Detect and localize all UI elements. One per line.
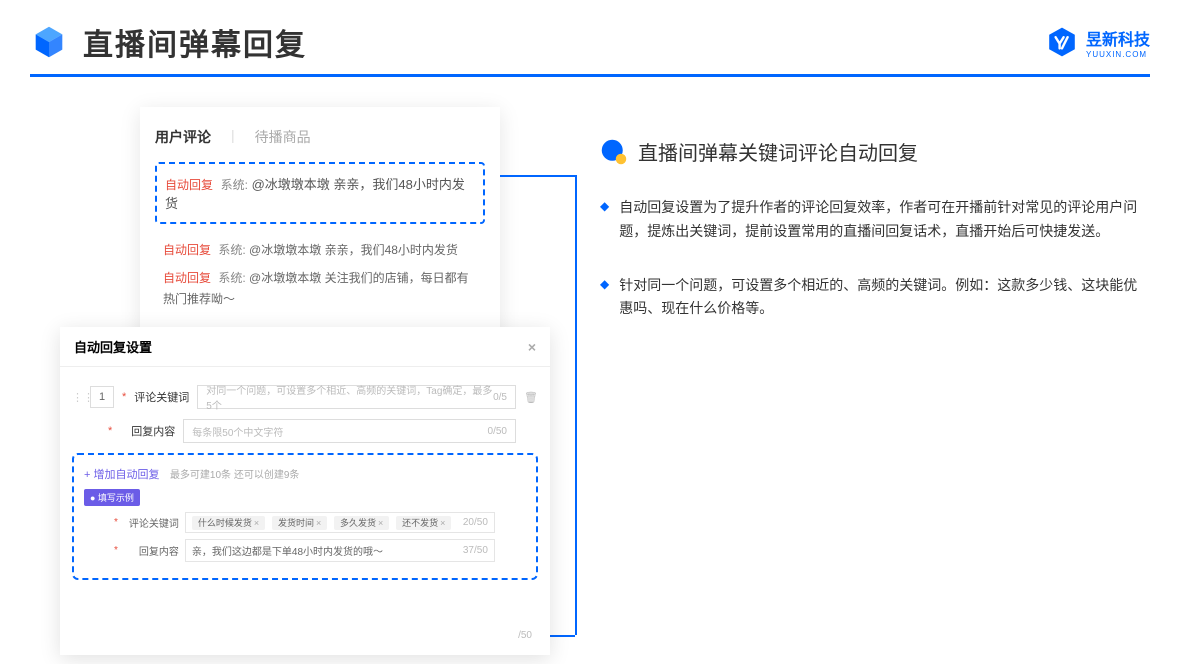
counter: 20/50 (463, 517, 488, 528)
bullet-text: 针对同一个问题，可设置多个相近的、高频的关键词。例如：这款多少钱、这块能优惠吗、… (619, 274, 1140, 322)
field-label-keyword: 评论关键词 (134, 389, 189, 405)
counter: 0/50 (488, 426, 507, 437)
example-label: 评论关键词 (124, 515, 179, 530)
index-box: 1 (90, 386, 114, 408)
required-star: * (114, 517, 118, 528)
right-column: 直播间弹幕关键词评论自动回复 ◆ 自动回复设置为了提升作者的评论回复效率，作者可… (600, 107, 1150, 358)
left-column: 用户评论 | 待播商品 自动回复 系统: @冰墩墩本墩 亲亲，我们48小时内发货… (60, 107, 560, 358)
connector-line (575, 175, 577, 635)
comment-item: 自动回复 系统: @冰墩墩本墩 亲亲，我们48小时内发货 (155, 236, 485, 264)
trash-icon[interactable]: 🗑 (524, 391, 538, 404)
example-label: 回复内容 (124, 543, 179, 558)
page-title: 直播间弹幕回复 (83, 20, 307, 64)
required-star: * (108, 425, 112, 437)
tag-chip[interactable]: 多久发货× (334, 516, 389, 530)
brand-logo-icon (1046, 26, 1078, 58)
add-row: + 增加自动回复 最多可建10条 还可以创建9条 (84, 465, 526, 488)
example-badge: ● 填写示例 (84, 489, 140, 506)
section-header: 直播间弹幕关键词评论自动回复 (600, 137, 1150, 166)
example-reply-row: * 回复内容 亲，我们这边都是下单48小时内发货的哦～ 37/50 (84, 539, 526, 562)
header-right: 昱新科技 YUUXIN.COM (1046, 26, 1150, 59)
settings-panel: 自动回复设置 × ⋮⋮ 1 * 评论关键词 对同一个问题，可设置多个相近、高频的… (60, 327, 550, 655)
settings-body: ⋮⋮ 1 * 评论关键词 对同一个问题，可设置多个相近、高频的关键词，Tag确定… (60, 367, 550, 655)
chat-bubble-icon (600, 138, 628, 166)
header-left: 直播间弹幕回复 (30, 20, 307, 64)
close-icon[interactable]: × (528, 339, 536, 355)
overflow-counter: /50 (518, 630, 532, 641)
counter: 0/5 (493, 392, 507, 403)
example-reply-text: 亲，我们这边都是下单48小时内发货的哦～ (192, 543, 383, 558)
keyword-input[interactable]: 对同一个问题，可设置多个相近、高频的关键词，Tag确定，最多5个 0/5 (197, 385, 516, 409)
bullet-item: ◆ 针对同一个问题，可设置多个相近的、高频的关键词。例如：这款多少钱、这块能优惠… (600, 274, 1150, 322)
example-keyword-row: * 评论关键词 什么时候发货× 发货时间× 多久发货× 还不发货× 20/50 (84, 512, 526, 533)
field-label-reply: 回复内容 (120, 423, 175, 439)
page-header: 直播间弹幕回复 昱新科技 YUUXIN.COM (0, 0, 1180, 74)
example-keyword-input[interactable]: 什么时候发货× 发货时间× 多久发货× 还不发货× 20/50 (185, 512, 495, 533)
brand-text-wrap: 昱新科技 YUUXIN.COM (1086, 26, 1150, 59)
placeholder-text: 对同一个问题，可设置多个相近、高频的关键词，Tag确定，最多5个 (206, 382, 493, 412)
system-tag: 系统: (221, 178, 248, 192)
system-tag: 系统: (218, 243, 245, 257)
tag-chip[interactable]: 什么时候发货× (192, 516, 265, 530)
placeholder-text: 每条限50个中文字符 (192, 424, 283, 439)
required-star: * (122, 391, 126, 403)
connector-line (500, 175, 575, 177)
cube-icon (30, 23, 68, 61)
auto-reply-tag: 自动回复 (165, 178, 213, 192)
bullet-text: 自动回复设置为了提升作者的评论回复效率，作者可在开播前针对常见的评论用户问题，提… (619, 196, 1140, 244)
settings-title: 自动回复设置 (74, 337, 152, 356)
diamond-icon: ◆ (600, 196, 609, 244)
add-auto-reply-link[interactable]: + 增加自动回复 (84, 466, 159, 482)
auto-reply-tag: 自动回复 (163, 271, 211, 285)
form-row-reply: * 回复内容 每条限50个中文字符 0/50 (72, 419, 538, 443)
tag-list: 什么时候发货× 发货时间× 多久发货× 还不发货× (192, 516, 455, 529)
brand-sub: YUUXIN.COM (1086, 50, 1150, 59)
reply-input[interactable]: 每条限50个中文字符 0/50 (183, 419, 516, 443)
diamond-icon: ◆ (600, 274, 609, 322)
add-hint: 最多可建10条 还可以创建9条 (170, 470, 299, 481)
drag-handle-icon[interactable]: ⋮⋮ (72, 391, 82, 404)
comments-panel: 用户评论 | 待播商品 自动回复 系统: @冰墩墩本墩 亲亲，我们48小时内发货… (140, 107, 500, 358)
form-row-keyword: ⋮⋮ 1 * 评论关键词 对同一个问题，可设置多个相近、高频的关键词，Tag确定… (72, 385, 538, 409)
tag-chip[interactable]: 发货时间× (272, 516, 327, 530)
bullet-item: ◆ 自动回复设置为了提升作者的评论回复效率，作者可在开播前针对常见的评论用户问题… (600, 196, 1150, 244)
settings-header: 自动回复设置 × (60, 327, 550, 367)
comment-item: 自动回复 系统: @冰墩墩本墩 关注我们的店铺，每日都有热门推荐呦～ (155, 264, 485, 313)
brand-name: 昱新科技 (1086, 32, 1150, 49)
system-tag: 系统: (218, 271, 245, 285)
highlighted-comment: 自动回复 系统: @冰墩墩本墩 亲亲，我们48小时内发货 (155, 162, 485, 224)
tab-user-comments[interactable]: 用户评论 (155, 127, 211, 147)
auto-reply-tag: 自动回复 (163, 243, 211, 257)
counter: 37/50 (463, 545, 488, 556)
tab-separator: | (231, 127, 235, 147)
section-title: 直播间弹幕关键词评论自动回复 (638, 137, 918, 166)
example-box: + 增加自动回复 最多可建10条 还可以创建9条 ● 填写示例 * 评论关键词 … (72, 453, 538, 580)
required-star: * (114, 545, 118, 556)
comment-text: @冰墩墩本墩 亲亲，我们48小时内发货 (249, 243, 458, 257)
tab-pending-products[interactable]: 待播商品 (255, 127, 311, 147)
tag-chip[interactable]: 还不发货× (396, 516, 451, 530)
content: 用户评论 | 待播商品 自动回复 系统: @冰墩墩本墩 亲亲，我们48小时内发货… (0, 77, 1180, 358)
example-reply-input[interactable]: 亲，我们这边都是下单48小时内发货的哦～ 37/50 (185, 539, 495, 562)
tabs: 用户评论 | 待播商品 (155, 127, 485, 147)
